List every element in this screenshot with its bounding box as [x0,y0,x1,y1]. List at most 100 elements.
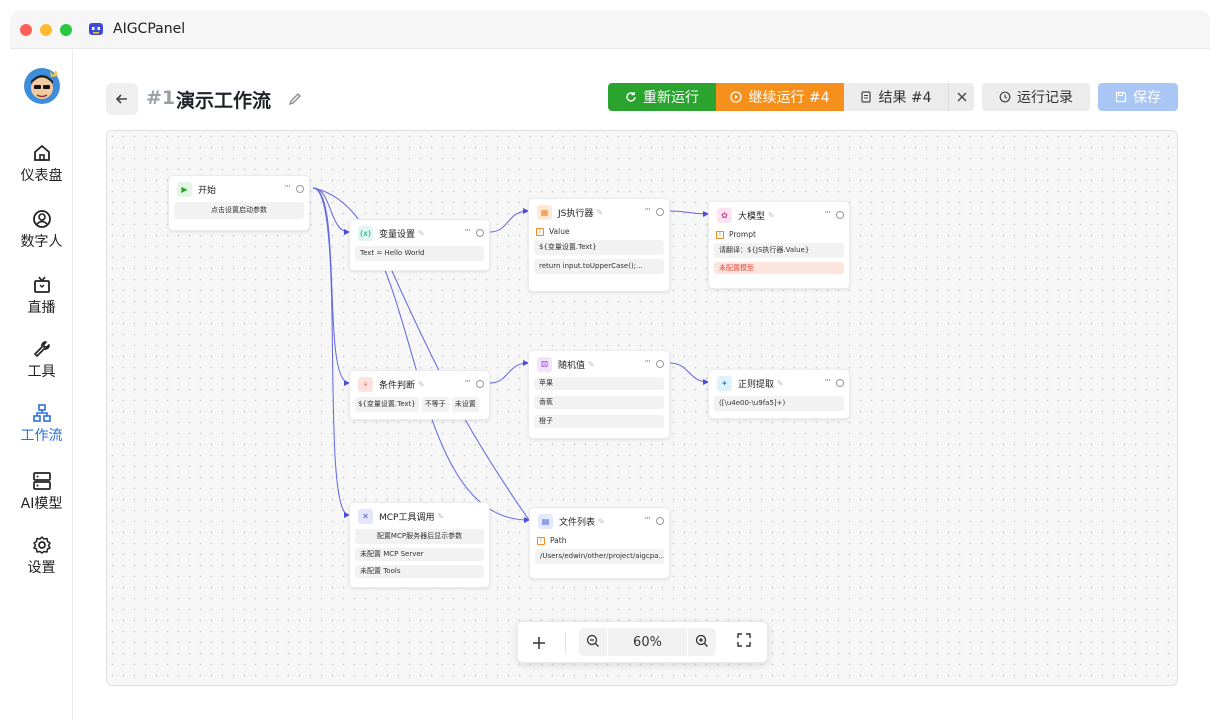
server-icon [32,472,51,490]
zoom-toolbar: 60% [517,621,768,663]
rerun-label: 重新运行 [643,90,699,106]
close-window-button[interactable] [20,24,32,36]
node-title: 随机值 [558,360,586,371]
node-js[interactable]: ▦ JS执行器 ✎ ··· T Value ${变量设置.Text} return… [528,198,670,292]
sidebar-item-label: 设置 [27,560,56,576]
text-type-icon: T [536,227,544,236]
output-port[interactable] [836,211,844,219]
node-title: MCP工具调用 [379,512,435,523]
mcp-server: 未配置 MCP Server [355,548,484,561]
more-icon[interactable]: ··· [824,376,831,386]
node-condition[interactable]: ⑂ 条件判断 ✎ ··· ${变量设置.Text} 不等于 未设置 [349,370,490,420]
back-button[interactable] [106,83,138,115]
divider [565,632,566,654]
dice-icon: ⚄ [537,356,552,372]
continue-run-button[interactable]: 继续运行 #4 [716,83,844,111]
node-files[interactable]: ▤ 文件列表 ✎ ··· T Path /Users/edwin/other/pr… [529,507,670,579]
sidebar-item-digital-human[interactable]: 数字人 [10,209,73,251]
node-title: 变量设置 [379,229,416,240]
wrench-icon [33,341,50,357]
fit-view-button[interactable] [736,632,752,652]
edge-variable-js [489,208,529,233]
sidebar-item-settings[interactable]: 设置 [10,535,73,577]
avatar[interactable] [23,67,61,105]
node-random[interactable]: ⚄ 随机值 ✎ ··· 苹果 香蕉 橙子 [528,350,670,439]
more-icon[interactable]: ··· [644,357,651,367]
zoom-in-button[interactable] [694,633,710,653]
more-icon[interactable]: ··· [644,514,651,524]
sidebar-item-dashboard[interactable]: 仪表盘 [10,143,73,185]
save-icon [1115,91,1127,103]
edit-icon[interactable]: ✎ [588,360,595,369]
edit-title-icon[interactable] [288,91,302,110]
edge-js-llm [669,210,709,217]
run-history-button[interactable]: 运行记录 [982,83,1090,111]
output-port[interactable] [296,185,304,193]
rerun-button[interactable]: 重新运行 [608,83,716,111]
variable-value: Text = Hello World [355,246,484,261]
add-node-button[interactable] [527,631,551,655]
refresh-icon [626,92,636,102]
random-option: 苹果 [534,377,664,390]
save-button[interactable]: 保存 [1098,83,1178,111]
tools-icon: ✕ [358,508,373,524]
more-icon[interactable]: ··· [824,208,831,218]
sidebar-item-ai-model[interactable]: AI模型 [10,471,73,513]
output-port[interactable] [656,517,664,525]
sidebar-item-label: 工作流 [20,428,63,444]
minimize-window-button[interactable] [40,24,52,36]
arrow-left-icon [115,94,127,104]
workflow-canvas[interactable]: ▶ 开始 ··· 点击设置启动参数 (x) 变量设置 ✎ ··· Text = … [106,130,1178,686]
edit-icon[interactable]: ✎ [418,380,425,389]
sidebar-item-label: 数字人 [20,234,63,250]
js-code: return input.toUpperCase();... [534,259,664,274]
more-icon[interactable]: ··· [464,377,471,387]
sidebar-item-live[interactable]: 直播 [10,275,73,317]
field-label: Value [549,227,570,236]
output-port[interactable] [836,379,844,387]
gear-icon [32,536,51,554]
condition-operator: 不等于 [421,397,449,412]
app-title: AIGCPanel [113,21,186,37]
zoom-out-button[interactable] [585,633,601,653]
condition-right: 未设置 [451,397,479,412]
edit-icon[interactable]: ✎ [598,517,605,526]
node-regex[interactable]: ✦ 正则提取 ✎ ··· ([\u4e00-\u9fa5]+) [708,369,850,419]
page-title: 演示工作流 [176,90,272,112]
divider [607,628,608,656]
node-llm[interactable]: ✿ 大模型 ✎ ··· T Prompt 请翻译：${JS执行器.Value} 未… [708,201,850,289]
more-icon[interactable]: ··· [464,226,471,236]
sidebar-item-label: AI模型 [20,496,63,512]
node-title: 开始 [198,185,217,196]
js-input-value: ${变量设置.Text} [534,240,664,255]
output-port[interactable] [656,208,664,216]
mcp-hint: 配置MCP服务器后显示参数 [355,529,484,544]
output-port[interactable] [656,360,664,368]
edge-condition-random [489,360,529,384]
more-icon[interactable]: ··· [284,182,291,192]
sidebar: 仪表盘 数字人 直播 工具 工作流 AI模型 设置 [10,50,73,720]
more-icon[interactable]: ··· [644,205,651,215]
node-mcp[interactable]: ✕ MCP工具调用 ✎ 配置MCP服务器后显示参数 未配置 MCP Server… [349,502,490,588]
divider [687,628,688,656]
sidebar-item-tools[interactable]: 工具 [10,339,73,381]
result-button[interactable]: 结果 #4 [844,83,948,111]
llm-prompt-value: 请翻译：${JS执行器.Value} [714,243,844,258]
edit-icon[interactable]: ✎ [777,379,784,388]
output-port[interactable] [476,380,484,388]
edit-icon[interactable]: ✎ [768,211,775,220]
node-variable[interactable]: (x) 变量设置 ✎ ··· Text = Hello World [349,219,490,271]
close-icon [957,92,966,102]
start-param-button[interactable]: 点击设置启动参数 [174,202,304,219]
maximize-window-button[interactable] [60,24,72,36]
close-result-button[interactable] [948,83,974,111]
edit-icon[interactable]: ✎ [437,512,444,521]
output-port[interactable] [476,229,484,237]
sidebar-item-workflow[interactable]: 工作流 [10,403,73,445]
fullscreen-icon [737,633,751,647]
edit-icon[interactable]: ✎ [418,229,425,238]
node-start[interactable]: ▶ 开始 ··· 点击设置启动参数 [168,175,310,231]
edit-icon[interactable]: ✎ [596,208,603,217]
node-title: JS执行器 [558,208,594,219]
regex-pattern: ([\u4e00-\u9fa5]+) [714,396,844,411]
